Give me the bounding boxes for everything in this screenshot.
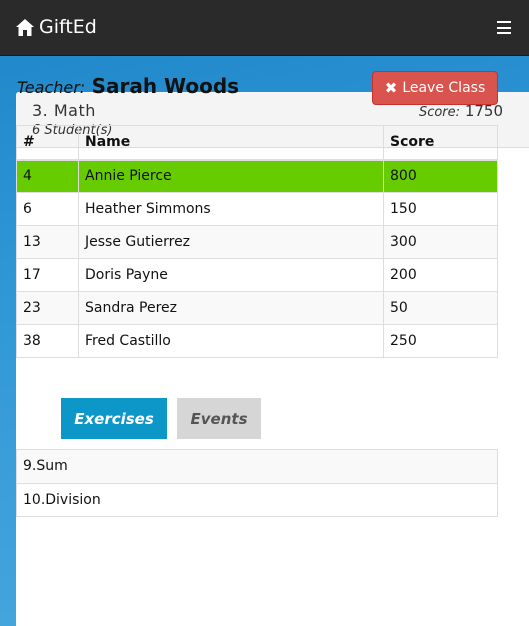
table-header-row: # Name Score bbox=[16, 125, 498, 161]
student-score: 50 bbox=[383, 291, 498, 325]
leave-class-button[interactable]: ✖ Leave Class bbox=[372, 71, 498, 105]
top-navbar: GiftEd bbox=[0, 0, 529, 56]
table-row[interactable]: 4 Annie Pierce 800 bbox=[16, 159, 498, 193]
leave-class-label: Leave Class bbox=[402, 80, 486, 96]
student-name: Jesse Gutierrez bbox=[78, 225, 384, 259]
student-score: 200 bbox=[383, 258, 498, 292]
student-score: 150 bbox=[383, 192, 498, 226]
exercise-list: 9.Sum 10.Division bbox=[16, 449, 498, 517]
student-name: Sandra Perez bbox=[78, 291, 384, 325]
tab-events[interactable]: Events bbox=[177, 398, 261, 439]
student-score: 300 bbox=[383, 225, 498, 259]
table-row[interactable]: 23 Sandra Perez 50 bbox=[16, 291, 498, 325]
list-item[interactable]: 10.Division bbox=[17, 483, 497, 516]
student-name: Fred Castillo bbox=[78, 324, 384, 358]
table-row[interactable]: 38 Fred Castillo 250 bbox=[16, 324, 498, 358]
student-score: 250 bbox=[383, 324, 498, 358]
table-row[interactable]: 13 Jesse Gutierrez 300 bbox=[16, 225, 498, 259]
brand-link[interactable]: GiftEd bbox=[16, 14, 97, 40]
student-number: 38 bbox=[16, 324, 79, 358]
brand-name: GiftEd bbox=[39, 16, 97, 38]
students-table: # Name Score 4 Annie Pierce 800 6 Heathe… bbox=[16, 125, 498, 358]
list-item[interactable]: 9.Sum bbox=[17, 450, 497, 483]
student-name: Doris Payne bbox=[78, 258, 384, 292]
table-row[interactable]: 17 Doris Payne 200 bbox=[16, 258, 498, 292]
teacher-label: Teacher: bbox=[17, 78, 86, 97]
tab-exercises[interactable]: Exercises bbox=[61, 398, 167, 439]
student-name: Annie Pierce bbox=[78, 159, 384, 193]
hamburger-menu-icon[interactable] bbox=[497, 21, 511, 34]
column-header-score: Score bbox=[383, 125, 498, 161]
teacher-name: Sarah Woods bbox=[91, 74, 240, 98]
student-number: 4 bbox=[16, 159, 79, 193]
column-header-number: # bbox=[16, 125, 79, 161]
home-icon bbox=[16, 18, 34, 36]
content-tabs: Exercises Events bbox=[61, 398, 271, 439]
student-number: 6 bbox=[16, 192, 79, 226]
student-number: 13 bbox=[16, 225, 79, 259]
table-row[interactable]: 6 Heather Simmons 150 bbox=[16, 192, 498, 226]
score-label: Score: bbox=[418, 105, 461, 120]
student-number: 17 bbox=[16, 258, 79, 292]
column-header-name: Name bbox=[78, 125, 384, 161]
teacher-line: Teacher: Sarah Woods bbox=[17, 74, 239, 98]
student-score: 800 bbox=[383, 159, 498, 193]
student-number: 23 bbox=[16, 291, 79, 325]
close-icon: ✖ bbox=[384, 79, 398, 97]
student-name: Heather Simmons bbox=[78, 192, 384, 226]
class-title: 3. Math bbox=[32, 101, 96, 120]
